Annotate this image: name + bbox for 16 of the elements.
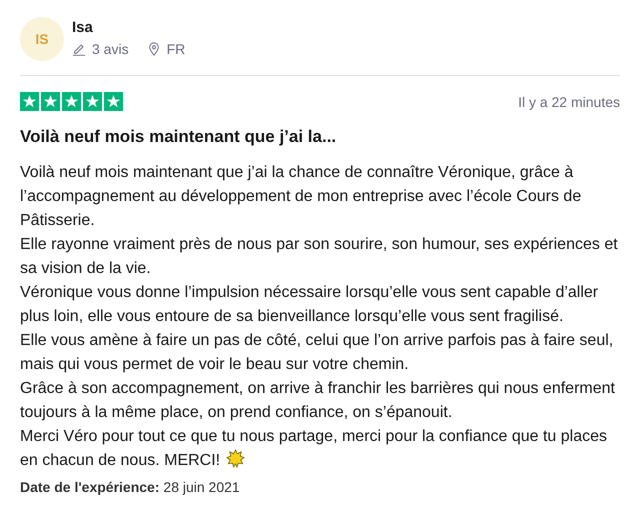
country: FR <box>166 41 186 57</box>
avatar: IS <box>20 17 64 61</box>
review-count: 3 avis <box>92 41 129 57</box>
review-time: Il y a 22 minutes <box>518 94 620 110</box>
review-paragraph: Voilà neuf mois maintenant que j’ai la chance de connaître Véronique, grâce à l’accompagnement au développement de mon entreprise avec l’école Cours de Pâtisserie. <box>20 163 582 231</box>
review-paragraph: Grâce à son accompagnement, on arrive à franchir les barrières qui nous enferment toujours à la même place, on prend confiance, on s’épanouit. <box>20 379 616 423</box>
review-paragraph: Véronique vous donne l’impulsion nécessaire lorsqu’elle vous sent capable d’aller plus loin, elle vous entoure de sa bienveillance lorsqu’elle vous sent fragilisé. <box>20 283 600 327</box>
reviewer-name: Isa <box>72 19 94 36</box>
sun-emoji-icon <box>226 449 246 468</box>
review-paragraph: Elle rayonne vraiment près de nous par son sourire, son humour, ses expériences et sa vision de la vie. <box>20 235 619 279</box>
review-paragraph: Elle vous amène à faire un pas de côté, celui que l’on arrive parfois pas à faire seul, mais qui vous permet de voir le beau sur votre chemin. <box>20 331 614 375</box>
experience-date: Date de l'expérience: 28 juin 2021 <box>20 479 241 495</box>
review-paragraph: Merci Véro pour tout ce que tu nous partage, merci pour la confiance que tu places en chacun de nous. MERCI! <box>20 427 608 471</box>
location-pin-icon <box>146 42 161 56</box>
pencil-icon <box>72 42 86 56</box>
review-title: Voilà neuf mois maintenant que j’ai la... <box>20 127 338 147</box>
